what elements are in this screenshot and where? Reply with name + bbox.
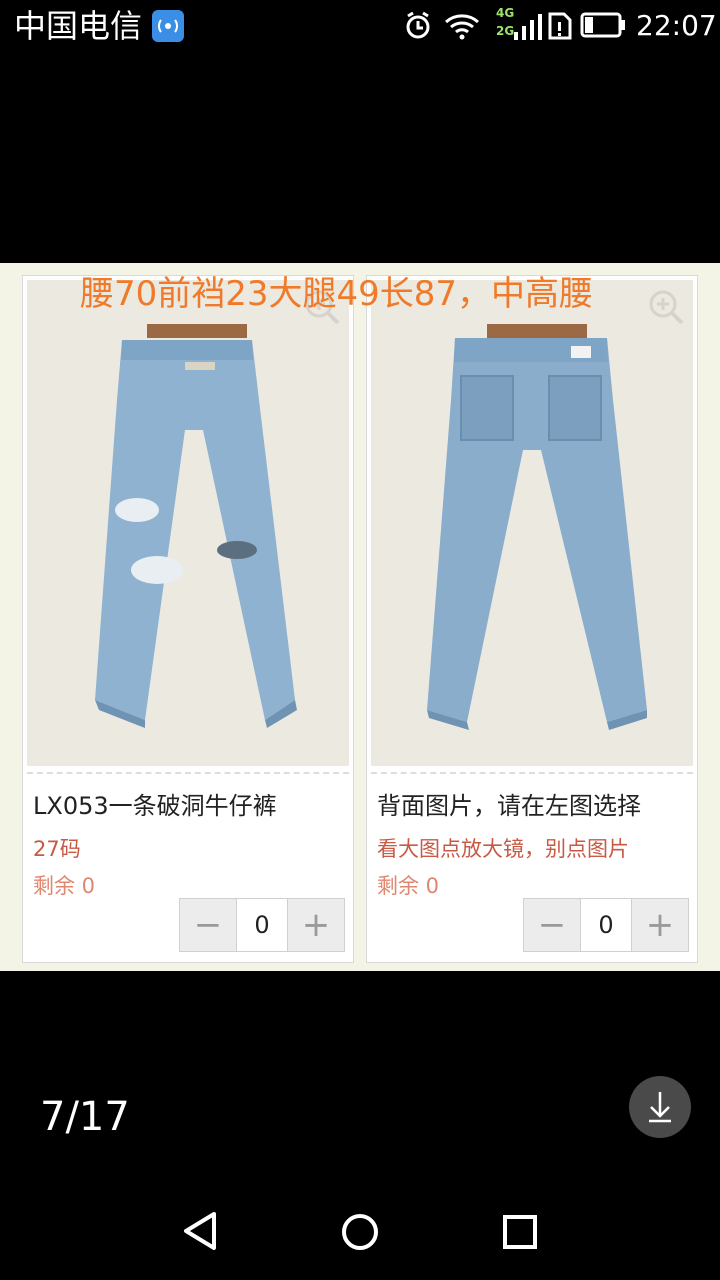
measurement-caption: 腰70前裆23大腿49长87，中高腰 [80,274,594,314]
product-title: LX053一条破洞牛仔裤 [33,792,277,820]
increment-button[interactable]: + [632,899,688,951]
quantity-value[interactable]: 0 [236,899,288,951]
divider [27,772,349,774]
product-image-front[interactable] [27,280,349,766]
quantity-stepper: − 0 + [179,898,345,952]
product-image-back[interactable] [371,280,693,766]
status-bar: 中国电信 4G 2G 22:07 [0,0,720,52]
hd-icon [152,10,184,42]
recents-icon[interactable] [502,1214,538,1250]
back-icon[interactable] [180,1210,220,1252]
product-note: 看大图点放大镜，别点图片 [377,837,629,861]
product-stock: 剩余 0 [33,874,96,898]
battery-icon [580,12,625,38]
increment-button[interactable]: + [288,899,344,951]
product-title: 背面图片，请在左图选择 [377,792,641,820]
divider [371,772,693,774]
wifi-icon [445,14,479,40]
product-stock: 剩余 0 [377,874,440,898]
navigation-bar [0,1180,720,1280]
product-panel: LX053一条破洞牛仔裤 27码 剩余 0 − 0 + 背面图片，请在左图选择 … [0,263,720,971]
decrement-button[interactable]: − [524,899,580,951]
product-card-front[interactable]: LX053一条破洞牛仔裤 27码 剩余 0 − 0 + [22,275,354,963]
product-size: 27码 [33,837,81,861]
home-icon[interactable] [340,1212,380,1252]
quantity-stepper: − 0 + [523,898,689,952]
quantity-value[interactable]: 0 [580,899,632,951]
signal-icon [514,14,542,40]
decrement-button[interactable]: − [180,899,236,951]
page-indicator: 7/17 [40,1094,130,1140]
download-button[interactable] [629,1076,691,1138]
clock: 22:07 [636,9,717,42]
download-icon [649,1092,671,1123]
carrier-label: 中国电信 [14,7,143,45]
sim-icon [548,12,572,40]
product-card-back[interactable]: 背面图片，请在左图选择 看大图点放大镜，别点图片 剩余 0 − 0 + [366,275,698,963]
